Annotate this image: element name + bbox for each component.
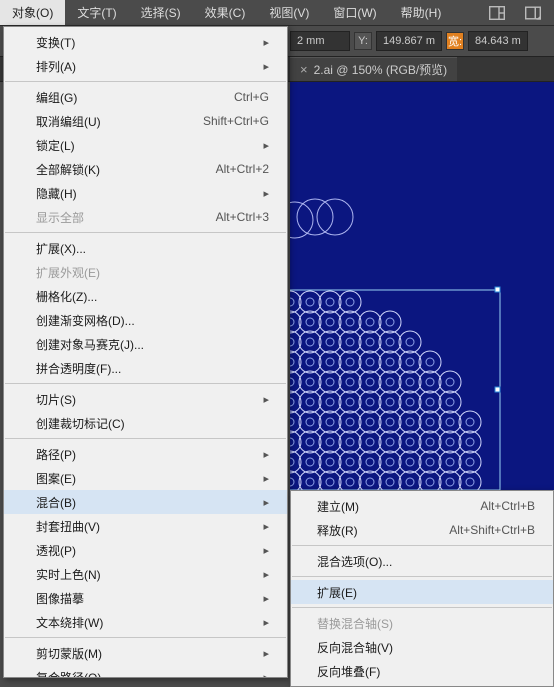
x-value-fragment[interactable]: 2 mm [290,31,350,51]
menu-item[interactable]: 创建对象马赛克(J)... [4,332,287,356]
menu-help[interactable]: 帮助(H) [389,0,454,25]
menu-item[interactable]: 隐藏(H) [4,181,287,205]
menu-item[interactable]: 切片(S) [4,387,287,411]
menu-object[interactable]: 对象(O) [0,0,65,25]
menu-item[interactable]: 文本绕排(W) [4,610,287,634]
y-value[interactable]: 149.867 m [376,31,442,51]
w-value[interactable]: 84.643 m [468,31,528,51]
blend-submenu: 建立(M)Alt+Ctrl+B释放(R)Alt+Shift+Ctrl+B 混合选项… [290,490,554,687]
menu-item[interactable]: 混合(B) [4,490,287,514]
y-label: Y: [354,32,372,50]
menu-item[interactable]: 创建渐变网格(D)... [4,308,287,332]
menu-item[interactable]: 图案(E) [4,466,287,490]
menu-item[interactable]: 反向堆叠(F) [291,659,553,683]
menu-view[interactable]: 视图(V) [257,0,321,25]
menu-item[interactable]: 扩展(X)... [4,236,287,260]
panel-icons [486,4,554,22]
menu-type[interactable]: 文字(T) [65,0,128,25]
layout-icon[interactable] [486,4,508,22]
menu-item[interactable]: 全部解锁(K)Alt+Ctrl+2 [4,157,287,181]
menu-item[interactable]: 剪切蒙版(M) [4,641,287,665]
menu-item[interactable]: 图像描摹 [4,586,287,610]
menu-item[interactable]: 混合选项(O)... [291,549,553,573]
menu-item[interactable]: 扩展(E) [291,580,553,604]
object-menu: 变换(T)排列(A) 编组(G)Ctrl+G取消编组(U)Shift+Ctrl+G… [3,26,288,678]
menu-item[interactable]: 反向混合轴(V) [291,635,553,659]
screen-icon[interactable] [522,4,544,22]
menu-item[interactable]: 栅格化(Z)... [4,284,287,308]
menu-item[interactable]: 释放(R)Alt+Shift+Ctrl+B [291,518,553,542]
menu-item: 替换混合轴(S) [291,611,553,635]
tab-document[interactable]: × 2.ai @ 150% (RGB/预览) [290,57,457,81]
menu-item[interactable]: 编组(G)Ctrl+G [4,85,287,109]
menu-item: 显示全部Alt+Ctrl+3 [4,205,287,229]
menu-item[interactable]: 拼合透明度(F)... [4,356,287,380]
menu-item[interactable]: 排列(A) [4,54,287,78]
menu-item[interactable]: 路径(P) [4,442,287,466]
menu-item[interactable]: 复合路径(O) [4,665,287,678]
menu-select[interactable]: 选择(S) [129,0,193,25]
menu-item[interactable]: 封套扭曲(V) [4,514,287,538]
menu-item[interactable]: 取消编组(U)Shift+Ctrl+G [4,109,287,133]
tab-label: 2.ai @ 150% (RGB/预览) [314,61,448,78]
w-label: 宽: [446,32,464,50]
menu-item[interactable]: 锁定(L) [4,133,287,157]
menu-effect[interactable]: 效果(C) [193,0,258,25]
menu-item[interactable]: 变换(T) [4,30,287,54]
menu-window[interactable]: 窗口(W) [321,0,388,25]
tab-close-x[interactable]: × [300,62,308,77]
menubar: 对象(O) 文字(T) 选择(S) 效果(C) 视图(V) 窗口(W) 帮助(H… [0,0,554,26]
menu-item[interactable]: 创建裁切标记(C) [4,411,287,435]
menu-item: 扩展外观(E) [4,260,287,284]
menu-item[interactable]: 建立(M)Alt+Ctrl+B [291,494,553,518]
menu-item[interactable]: 透视(P) [4,538,287,562]
menu-item[interactable]: 实时上色(N) [4,562,287,586]
